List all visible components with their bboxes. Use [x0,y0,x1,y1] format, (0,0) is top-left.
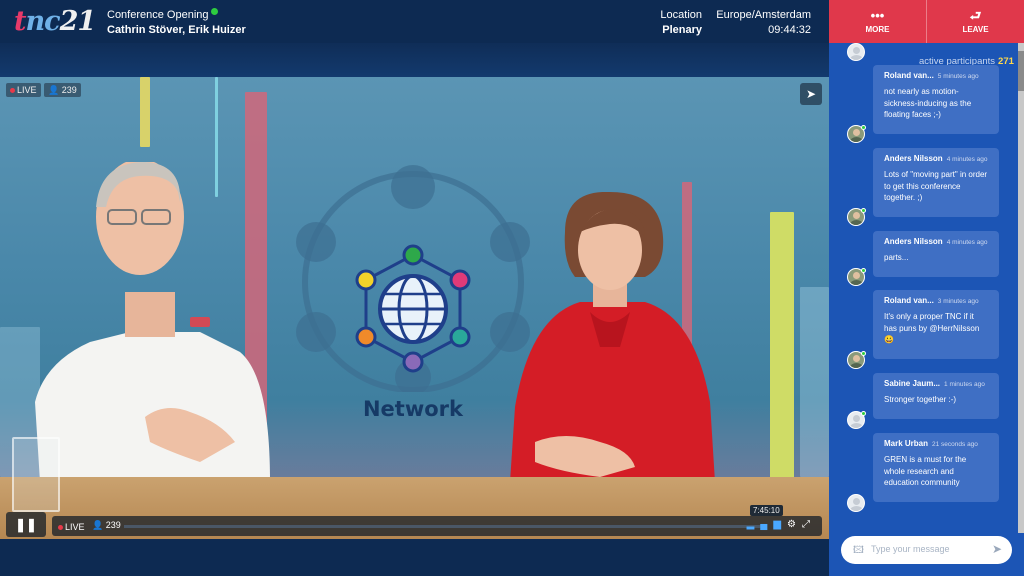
avatar [847,43,865,61]
signal-icon: ▂▄▆ [746,519,788,530]
progress-track[interactable] [124,525,764,528]
location-block: Location Plenary [648,8,702,38]
network-diagram [296,165,530,395]
chat-input-box[interactable]: 🖾 Type your message ➤ [841,536,1012,564]
message-time: 4 minutes ago [946,156,988,163]
pause-button[interactable]: ❚❚ [6,512,46,537]
live-dot-icon [10,88,15,94]
session-speakers: Cathrin Stöver, Erik Huizer [107,24,246,36]
more-label: MORE [865,25,890,34]
live-status-dot [210,8,218,15]
control-icons: ▂▄▆⚙⤢ [747,519,816,530]
message-text: not nearly as motion-sickness-inducing a… [884,87,972,119]
more-dots-icon: ••• [870,8,885,23]
leave-label: LEAVE [962,25,989,34]
leave-arrow-icon: ⮐ [969,8,982,23]
chat-message: Sabine Jaum... 1 minutes ago Stronger tog… [873,373,999,419]
chat-message: Roland van... 5 minutes ago not nearly as… [873,65,999,134]
presenter-left [30,159,275,482]
message-author[interactable]: Anders Nilsson [884,237,943,246]
person-icon: 👤 [48,85,60,95]
message-author[interactable]: Sabine Jaum... [884,379,940,388]
chat-sidebar: active participants 271 Roland van... 5 mi… [829,43,1024,576]
presenter-right [505,191,720,482]
time-block: Europe/Amsterdam 09:44:32 [712,8,811,38]
image-upload-icon[interactable]: 🖾 [853,543,864,560]
control-live[interactable]: LIVE [58,520,85,534]
online-dot [861,208,866,213]
gear-icon[interactable]: ⚙ [787,519,802,530]
message-time: 1 minutes ago [944,381,985,388]
location-value: Plenary [662,24,702,36]
message-author[interactable]: Roland van... [884,71,934,80]
chat-message: Anders Nilsson 4 minutes ago Lots of "mov… [873,148,999,217]
logo-part-2: nc [25,6,60,37]
logo-part-1: t [14,6,27,37]
chat-message: Anders Nilsson 4 minutes ago parts... [873,231,999,277]
message-time: 21 seconds ago [932,441,978,448]
fullscreen-icon[interactable]: ⤢ [802,519,816,530]
live-badge: LIVE [6,83,41,97]
deco-bar [140,77,150,147]
avatar [847,494,865,512]
time-tooltip: 7:45:10 [750,505,783,516]
live-badge-label: LIVE [17,85,37,95]
message-time: 5 minutes ago [937,73,979,80]
session-title: Conference Opening [107,9,209,21]
scrollbar-thumb[interactable] [1018,51,1024,91]
timezone-label: Europe/Amsterdam [716,9,811,21]
person-icon: 👤 [92,520,104,530]
network-label: Network [362,397,463,421]
send-icon[interactable]: ➤ [992,542,1002,556]
message-text: Lots of "moving part" in order to get th… [884,170,988,202]
online-dot [861,268,866,273]
chat-message: Mark Urban 21 seconds ago GREN is a must … [873,433,999,502]
message-author[interactable]: Mark Urban [884,439,928,448]
online-dot [861,351,866,356]
clock: 09:44:32 [768,24,811,36]
message-author[interactable]: Anders Nilsson [884,154,943,163]
message-time: 4 minutes ago [946,239,988,246]
player-controls: ❚❚ LIVE 👤 239 7:45:10 ▂▄▆⚙⤢ [0,505,829,539]
deco-bar [800,287,829,477]
header-actions: ••• MORE ⮐ LEAVE [829,0,1024,43]
online-dot [861,125,866,130]
message-time: 3 minutes ago [937,298,979,305]
chat-message: Roland van... 3 minutes ago It's only a p… [873,290,999,359]
video-player[interactable]: Network LIVE 👤 239 ➤ ❚❚ LIVE 👤 239 7:45:… [0,77,829,539]
viewer-badge: 👤 239 [44,83,81,97]
session-info: Conference Opening Cathrin Stöver, Erik … [107,8,246,38]
message-text: Stronger together :-) [884,395,957,404]
message-author[interactable]: Roland van... [884,296,934,305]
water-glass [12,437,60,512]
more-button[interactable]: ••• MORE [829,0,926,43]
viewer-count: 239 [61,85,77,95]
deco-bar [770,212,794,482]
leave-button[interactable]: ⮐ LEAVE [926,0,1024,43]
message-text: parts... [884,253,909,262]
send-icon: ➤ [805,87,817,101]
stage-band [0,43,829,77]
share-button[interactable]: ➤ [800,83,822,105]
message-text: GREN is a must for the whole research an… [884,455,967,487]
control-live-label: LIVE [65,522,85,532]
message-text: It's only a proper TNC if it has puns by… [884,312,980,344]
control-viewers: 👤 239 [92,520,121,531]
online-dot [861,411,866,416]
control-bar: LIVE 👤 239 7:45:10 ▂▄▆⚙⤢ [52,505,822,536]
tnc21-logo[interactable]: tnc21 [14,6,97,37]
message-input[interactable]: Type your message [871,544,950,554]
location-label: Location [660,9,702,21]
logo-part-3: 21 [59,6,97,37]
control-viewer-count: 239 [105,520,121,530]
chat-scrollbar[interactable] [1018,43,1024,533]
network-graphic: Network [288,162,538,442]
pause-icon: ❚❚ [15,517,37,532]
active-count: 271 [998,56,1014,67]
top-bar: tnc21 Conference Opening Cathrin Stöver,… [0,0,829,43]
